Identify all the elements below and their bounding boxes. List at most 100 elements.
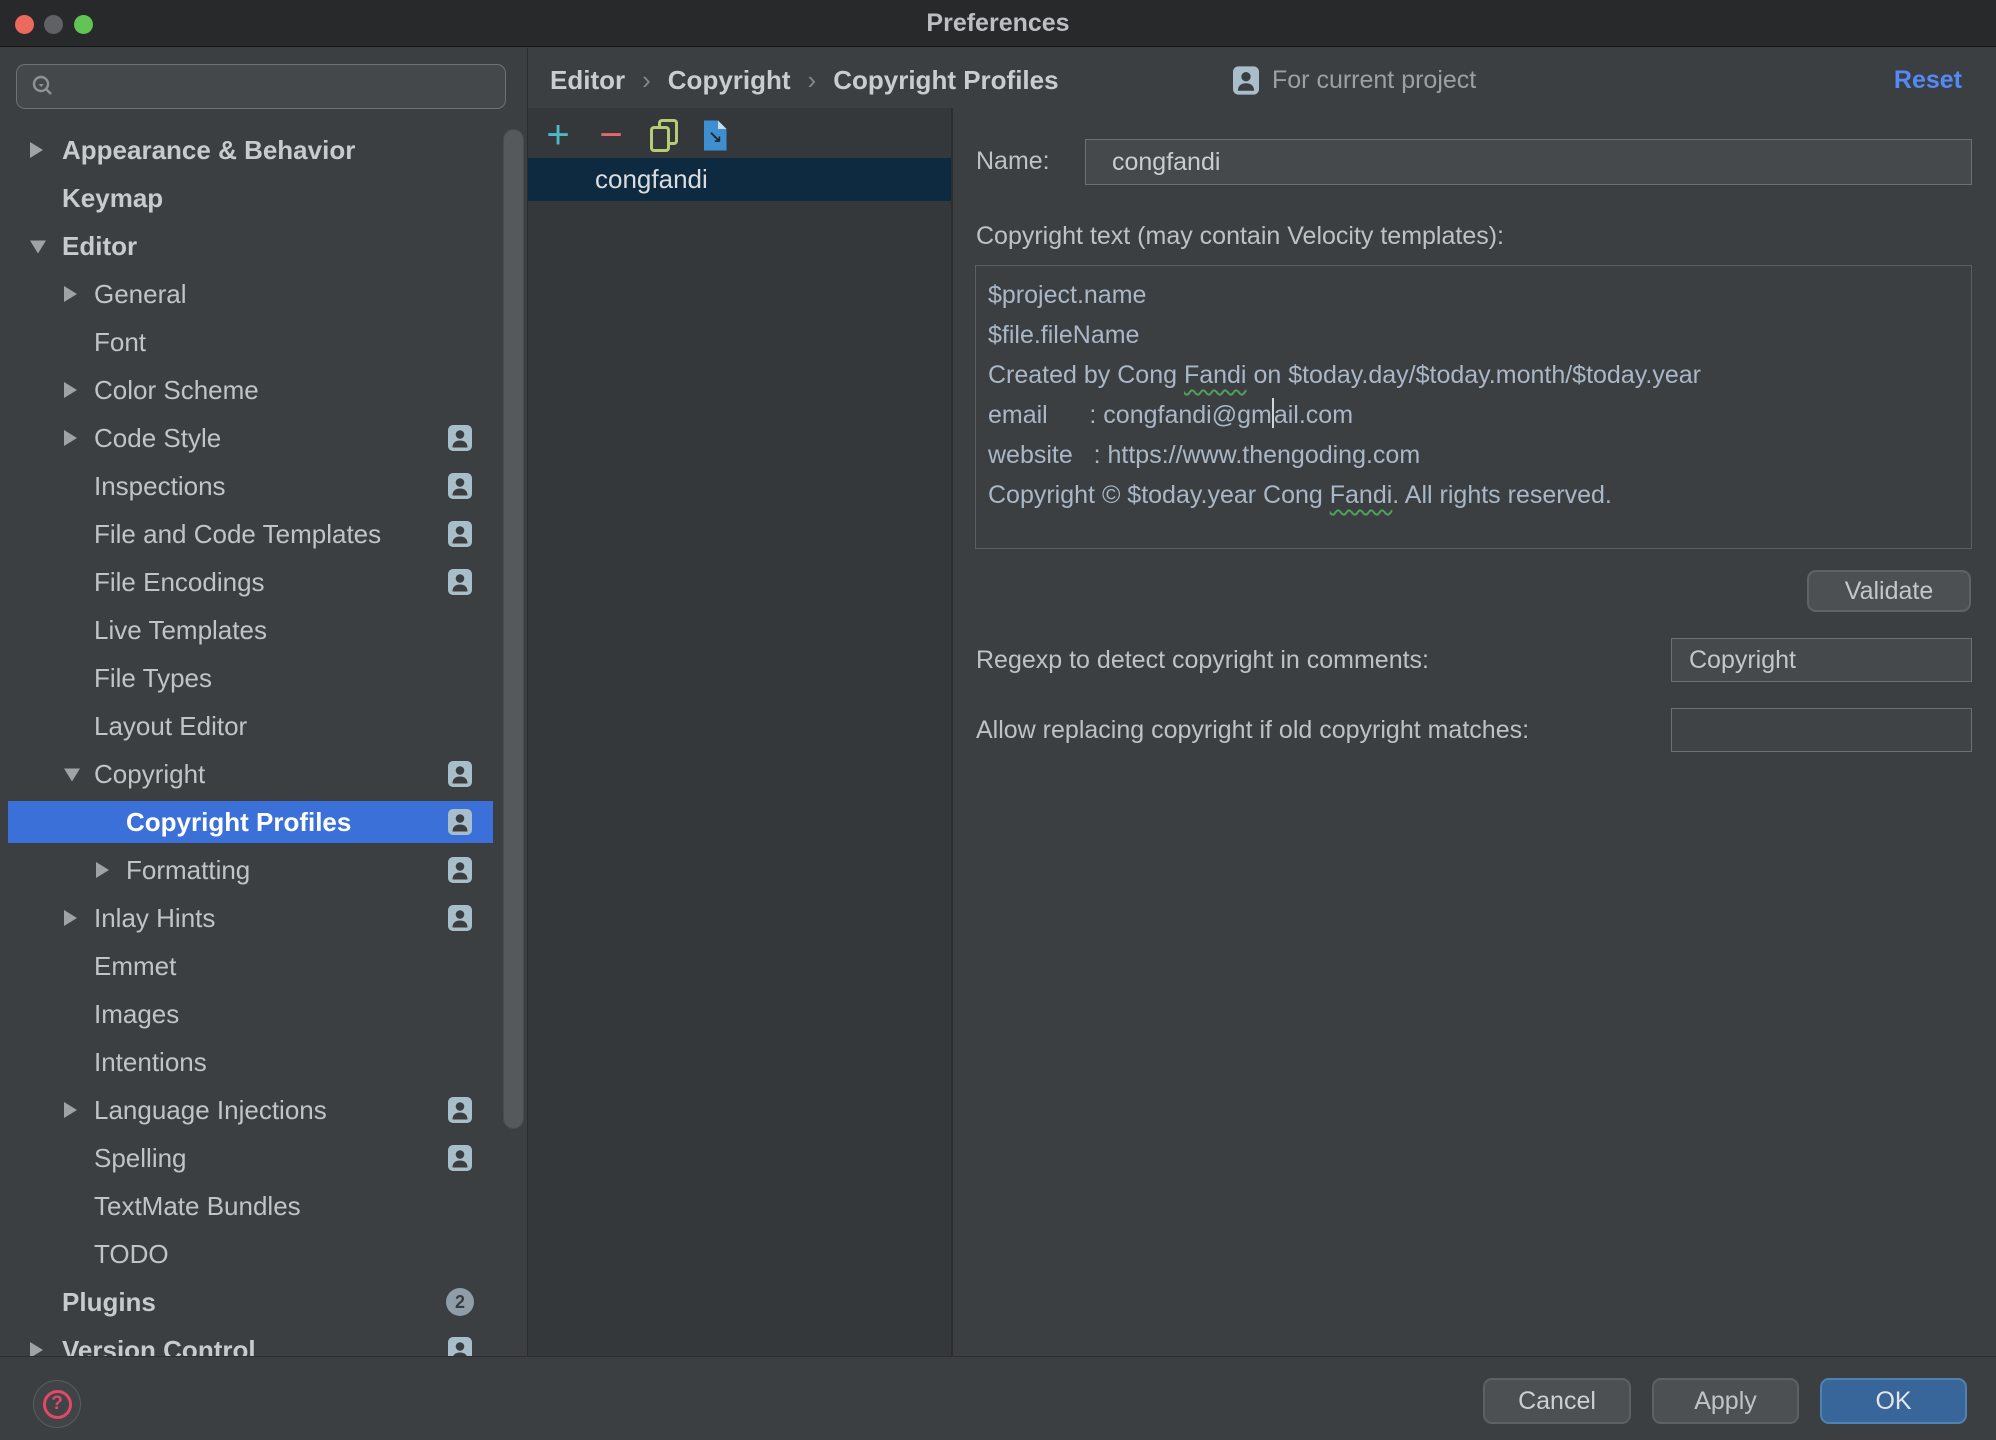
- sidebar-item-label: General: [94, 270, 187, 318]
- chevron-right-icon[interactable]: [96, 862, 109, 878]
- sidebar-item-images[interactable]: Images: [0, 990, 528, 1038]
- per-project-settings-icon: [448, 1097, 472, 1124]
- sidebar-item-version-control[interactable]: Version Control: [0, 1326, 528, 1356]
- add-profile-button[interactable]: +: [542, 115, 574, 155]
- remove-profile-button[interactable]: −: [595, 115, 627, 155]
- sidebar-item-inlay-hints[interactable]: Inlay Hints: [0, 894, 528, 942]
- sidebar-item-textmate-bundles[interactable]: TextMate Bundles: [0, 1182, 528, 1230]
- sidebar-item-emmet[interactable]: Emmet: [0, 942, 528, 990]
- chevron-right-icon[interactable]: [64, 1102, 77, 1118]
- sidebar-item-label: Color Scheme: [94, 366, 259, 414]
- per-project-settings-icon: [448, 569, 472, 596]
- chevron-right-icon[interactable]: [64, 382, 77, 398]
- help-button[interactable]: ?: [33, 1380, 81, 1428]
- per-project-settings-icon: [448, 809, 472, 836]
- sidebar-item-label: Editor: [62, 222, 137, 270]
- chevron-right-icon[interactable]: [64, 286, 77, 302]
- regexp-label: Regexp to detect copyright in comments:: [976, 638, 1429, 682]
- sidebar-item-code-style[interactable]: Code Style: [0, 414, 528, 462]
- regexp-input[interactable]: Copyright: [1671, 638, 1972, 682]
- sidebar-item-spelling[interactable]: Spelling: [0, 1134, 528, 1182]
- sidebar-item-label: Plugins: [62, 1278, 156, 1326]
- help-icon: ?: [43, 1390, 72, 1419]
- sidebar-item-file-encodings[interactable]: File Encodings: [0, 558, 528, 606]
- allow-replacing-input[interactable]: [1671, 708, 1972, 752]
- name-label: Name:: [976, 139, 1050, 184]
- sidebar-item-live-templates[interactable]: Live Templates: [0, 606, 528, 654]
- breadcrumb-item-copyright[interactable]: Copyright: [668, 65, 791, 96]
- sidebar-scrollbar-thumb[interactable]: [503, 129, 524, 1129]
- chevron-right-icon[interactable]: [30, 142, 43, 158]
- svg-text:↘: ↘: [708, 128, 722, 148]
- sidebar-item-language-injections[interactable]: Language Injections: [0, 1086, 528, 1134]
- breadcrumb: Editor › Copyright › Copyright Profiles: [550, 60, 1059, 100]
- copyright-text-line: $project.name: [988, 275, 1971, 315]
- copyright-text-editor[interactable]: $project.name$file.fileNameCreated by Co…: [975, 265, 1972, 549]
- copyright-text-line: website : https://www.thengoding.com: [988, 435, 1971, 475]
- sidebar-item-file-and-code-templates[interactable]: File and Code Templates: [0, 510, 528, 558]
- per-project-settings-icon: [448, 473, 472, 500]
- chevron-right-icon[interactable]: [64, 910, 77, 926]
- per-project-settings-icon: [448, 857, 472, 884]
- breadcrumb-item-editor[interactable]: Editor: [550, 65, 625, 96]
- chevron-down-icon[interactable]: [64, 769, 80, 782]
- sidebar-item-general[interactable]: General: [0, 270, 528, 318]
- copyright-profiles-panel: + − ↘ congfandi: [528, 108, 953, 1356]
- copyright-text-line: Created by Cong Fandi on $today.day/$tod…: [988, 355, 1971, 395]
- sidebar-item-plugins[interactable]: Plugins2: [0, 1278, 528, 1326]
- breadcrumb-separator: ›: [642, 65, 651, 96]
- per-project-settings-icon: [448, 1145, 472, 1172]
- sidebar-item-appearance-behavior[interactable]: Appearance & Behavior: [0, 126, 528, 174]
- settings-search-field[interactable]: [16, 64, 506, 109]
- sidebar-item-label: Images: [94, 990, 179, 1038]
- settings-tree: Appearance & BehaviorKeymapEditorGeneral…: [0, 126, 528, 1356]
- profile-list-item[interactable]: congfandi: [528, 158, 951, 201]
- titlebar: Preferences: [0, 0, 1996, 47]
- apply-button[interactable]: Apply: [1652, 1378, 1799, 1424]
- per-project-settings-icon: [448, 425, 472, 452]
- sidebar-item-keymap[interactable]: Keymap: [0, 174, 528, 222]
- sidebar-item-copyright-profiles[interactable]: Copyright Profiles: [0, 798, 528, 846]
- chevron-down-icon[interactable]: [30, 241, 46, 254]
- sidebar-item-label: Copyright: [94, 750, 205, 798]
- cancel-button[interactable]: Cancel: [1483, 1378, 1631, 1424]
- per-project-settings-icon: [448, 521, 472, 548]
- copyright-text-line: Copyright © $today.year Cong Fandi. All …: [988, 475, 1971, 515]
- copyright-text-line: email : congfandi@gmail.com: [988, 395, 1971, 435]
- sidebar-item-copyright[interactable]: Copyright: [0, 750, 528, 798]
- breadcrumb-item-copyright-profiles: Copyright Profiles: [833, 65, 1058, 96]
- search-icon: [29, 72, 59, 102]
- allow-replacing-label: Allow replacing copyright if old copyrig…: [976, 708, 1529, 752]
- sidebar-item-font[interactable]: Font: [0, 318, 528, 366]
- per-project-settings-icon: [448, 905, 472, 932]
- sidebar-item-layout-editor[interactable]: Layout Editor: [0, 702, 528, 750]
- sidebar-item-label: Spelling: [94, 1134, 187, 1182]
- sidebar-item-label: Code Style: [94, 414, 221, 462]
- ok-button[interactable]: OK: [1820, 1378, 1967, 1424]
- sidebar-item-inspections[interactable]: Inspections: [0, 462, 528, 510]
- chevron-right-icon[interactable]: [30, 1342, 43, 1356]
- import-profile-button[interactable]: ↘: [699, 115, 731, 155]
- sidebar-item-formatting[interactable]: Formatting: [0, 846, 528, 894]
- sidebar-item-label: File Encodings: [94, 558, 265, 606]
- sidebar-item-todo[interactable]: TODO: [0, 1230, 528, 1278]
- copyright-text-label: Copyright text (may contain Velocity tem…: [976, 222, 1504, 251]
- duplicate-profile-button[interactable]: [648, 119, 678, 151]
- sidebar-item-file-types[interactable]: File Types: [0, 654, 528, 702]
- sidebar-item-color-scheme[interactable]: Color Scheme: [0, 366, 528, 414]
- profile-name-input[interactable]: congfandi: [1085, 139, 1972, 185]
- reset-link[interactable]: Reset: [1894, 60, 1962, 100]
- sidebar-item-label: TextMate Bundles: [94, 1182, 301, 1230]
- chevron-right-icon[interactable]: [64, 430, 77, 446]
- misspelled-word: Fandi: [1184, 361, 1247, 389]
- per-project-settings-icon: [448, 761, 472, 788]
- scope-label: For current project: [1272, 66, 1476, 95]
- profile-name: congfandi: [595, 158, 708, 201]
- sidebar-item-intentions[interactable]: Intentions: [0, 1038, 528, 1086]
- breadcrumb-separator: ›: [808, 65, 817, 96]
- sidebar-item-label: File Types: [94, 654, 212, 702]
- sidebar-item-label: Inlay Hints: [94, 894, 215, 942]
- sidebar-item-editor[interactable]: Editor: [0, 222, 528, 270]
- validate-button[interactable]: Validate: [1807, 570, 1971, 612]
- preferences-window: Preferences Appearance & BehaviorKeymapE…: [0, 0, 1996, 1440]
